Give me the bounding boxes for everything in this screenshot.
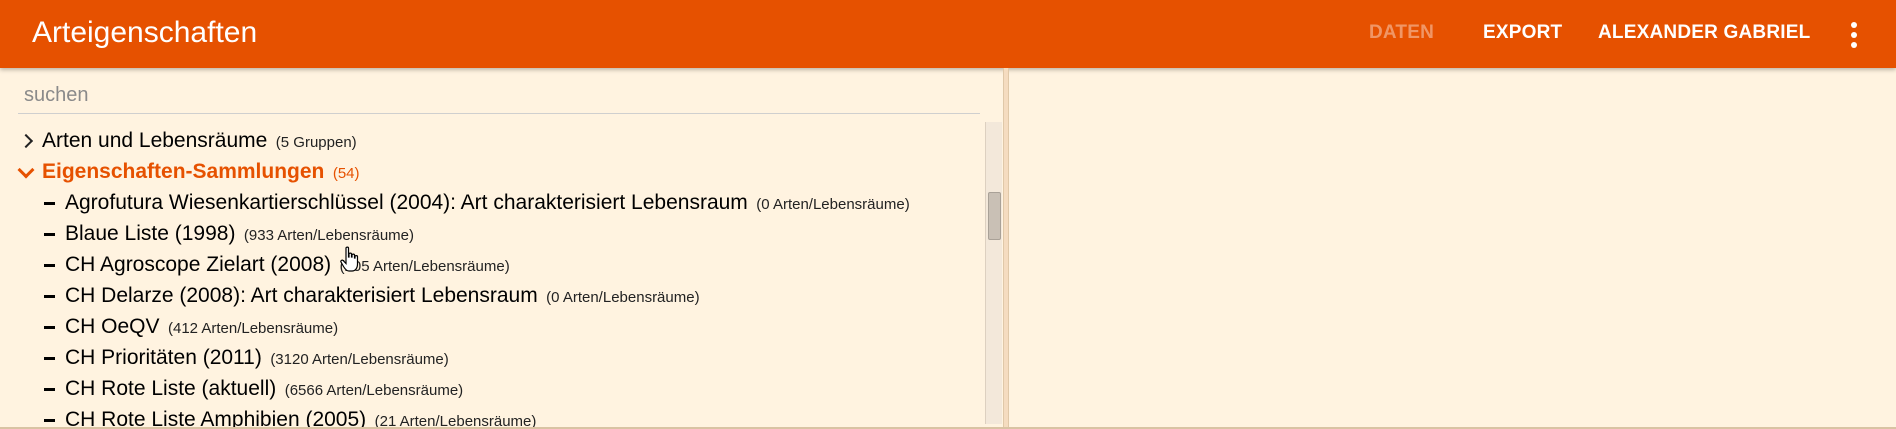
nav-button-export[interactable]: EXPORT xyxy=(1483,20,1562,46)
tree-scrollbar[interactable] xyxy=(985,122,1002,424)
chevron-right-icon[interactable] xyxy=(18,126,34,156)
leaf-dash-icon xyxy=(42,343,58,373)
tree-item-label: CH Delarze (2008): Art charakterisiert L… xyxy=(65,284,538,307)
tree-item-count: (0 Arten/Lebensräume) xyxy=(546,289,700,306)
tree-item[interactable]: Blaue Liste (1998) (933 Arten/Lebensräum… xyxy=(42,219,414,249)
leaf-dash-icon xyxy=(42,219,58,249)
tree-item-label: Blaue Liste (1998) xyxy=(65,222,236,245)
tree-item-count: (412 Arten/Lebensräume) xyxy=(167,320,339,337)
tree-group-eigenschaften[interactable]: Eigenschaften-Sammlungen (54) xyxy=(18,157,360,187)
tree-item-label: CH Agroscope Zielart (2008) xyxy=(65,253,332,276)
tree-item-count: (3120 Arten/Lebensräume) xyxy=(270,351,449,368)
tree-item[interactable]: CH Rote Liste Amphibien (2005) (21 Arten… xyxy=(42,405,536,429)
tree-pane: Arten und Lebensräume (5 Gruppen) Eigens… xyxy=(0,68,1003,429)
tree-item[interactable]: CH OeQV (412 Arten/Lebensräume) xyxy=(42,312,338,342)
leaf-dash-icon xyxy=(42,281,58,311)
tree-item-count: (6566 Arten/Lebensräume) xyxy=(284,382,464,399)
more-vert-icon[interactable] xyxy=(1844,20,1864,50)
app-title: Arteigenschaften xyxy=(32,16,258,49)
nav-button-user[interactable]: ALEXANDER GABRIEL xyxy=(1598,20,1810,46)
tree-item-count: (933 Arten/Lebensräume) xyxy=(243,227,415,244)
leaf-dash-icon xyxy=(42,188,58,218)
tree-item[interactable]: CH Delarze (2008): Art charakterisiert L… xyxy=(42,281,700,311)
tree-item-label: CH Prioritäten (2011) xyxy=(65,346,262,369)
tree-node-count: (54) xyxy=(332,165,360,182)
tree-group-arten[interactable]: Arten und Lebensräume (5 Gruppen) xyxy=(18,126,357,156)
leaf-dash-icon xyxy=(42,250,58,280)
leaf-dash-icon xyxy=(42,312,58,342)
tree-node-label: Eigenschaften-Sammlungen xyxy=(42,160,325,183)
tree-node-label: Arten und Lebensräume xyxy=(42,129,268,152)
search-input[interactable] xyxy=(18,78,980,114)
tree-item-label: Agrofutura Wiesenkartierschlüssel (2004)… xyxy=(65,191,748,214)
tree-node-count: (5 Gruppen) xyxy=(275,134,357,151)
nav-button-daten[interactable]: DATEN xyxy=(1369,20,1434,46)
app-bar: Arteigenschaften DATEN EXPORT ALEXANDER … xyxy=(0,0,1896,68)
tree-item[interactable]: CH Rote Liste (aktuell) (6566 Arten/Lebe… xyxy=(42,374,463,404)
tree-item[interactable]: CH Prioritäten (2011) (3120 Arten/Lebens… xyxy=(42,343,449,373)
leaf-dash-icon xyxy=(42,374,58,404)
tree-item-label: CH Rote Liste (aktuell) xyxy=(65,377,277,400)
scrollbar-thumb[interactable] xyxy=(988,192,1001,240)
detail-pane xyxy=(1009,68,1896,429)
tree-item-count: (205 Arten/Lebensräume) xyxy=(339,258,510,275)
tree-item-label: CH Rote Liste Amphibien (2005) xyxy=(65,408,367,429)
leaf-dash-icon xyxy=(42,405,58,429)
tree-item[interactable]: CH Agroscope Zielart (2008) (205 Arten/L… xyxy=(42,250,510,280)
chevron-down-icon[interactable] xyxy=(18,157,34,187)
tree-item-count: (0 Arten/Lebensräume) xyxy=(756,196,910,213)
hand-pointer-icon xyxy=(340,246,359,272)
tree-item-label: CH OeQV xyxy=(65,315,160,338)
tree-item[interactable]: Agrofutura Wiesenkartierschlüssel (2004)… xyxy=(42,188,910,218)
